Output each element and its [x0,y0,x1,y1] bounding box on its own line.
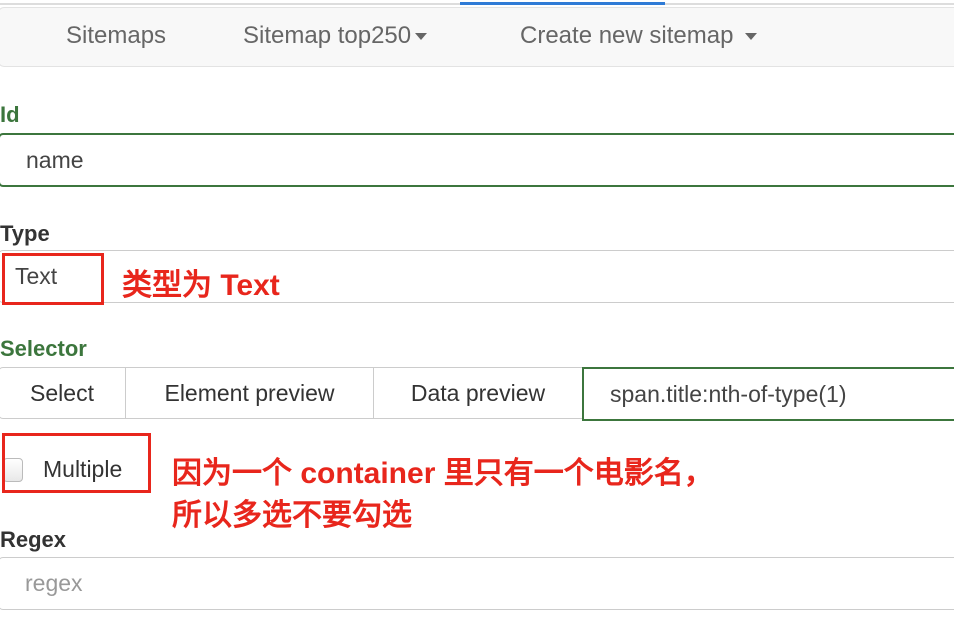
regex-label: Regex [0,527,67,552]
nav-sitemap-top250[interactable]: Sitemap top250 [243,22,428,50]
annotation-type-note: 类型为 Text [122,269,280,302]
nav-label: Create new sitemap [520,22,734,49]
id-input[interactable]: name [0,133,954,187]
select-button[interactable]: Select [0,367,126,419]
active-tab-indicator [460,2,665,5]
nav-label: Sitemap top250 [243,22,412,49]
selector-value: span.title:nth-of-type(1) [610,380,847,407]
selector-label: Selector [0,336,87,361]
type-label: Type [0,221,50,246]
annotation-box-type [2,253,104,305]
data-preview-button[interactable]: Data preview [373,367,583,419]
id-value: name [26,146,84,173]
annotation-multiple-note-2: 所以多选不要勾选 [172,499,412,532]
caret-down-icon [745,33,758,41]
nav-label: Sitemaps [66,22,167,49]
annotation-multiple-note-1: 因为一个 container 里只有一个电影名， [172,457,714,490]
nav-create-new-sitemap[interactable]: Create new sitemap [520,22,758,50]
id-label: Id [0,102,20,127]
regex-input[interactable]: regex [0,557,954,610]
selector-input[interactable]: span.title:nth-of-type(1) [582,367,954,421]
element-preview-button[interactable]: Element preview [125,367,374,419]
regex-placeholder: regex [25,570,83,596]
annotation-box-multiple [2,433,151,493]
caret-down-icon [415,33,428,41]
nav-sitemaps[interactable]: Sitemaps [66,22,166,50]
